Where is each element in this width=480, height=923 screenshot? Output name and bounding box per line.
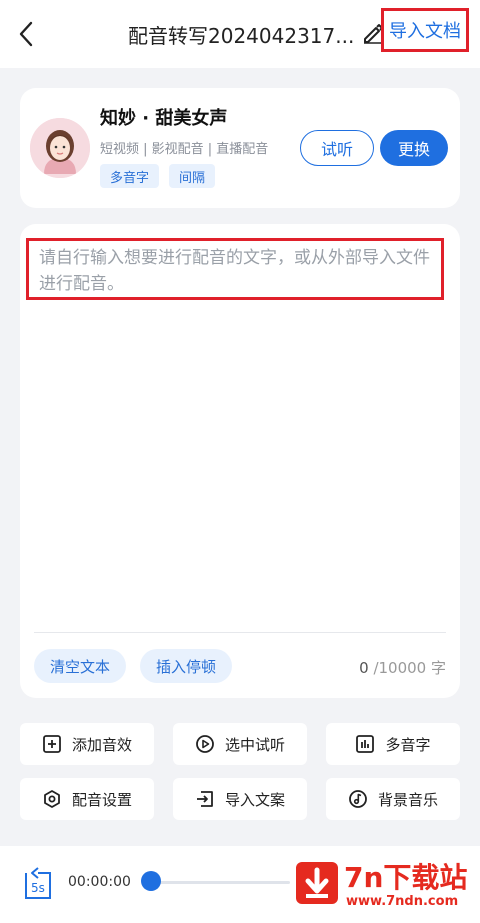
text-editor-card: 请自行输入想要进行配音的文字，或从外部导入文件进行配音。 清空文本 插入停顿 0… bbox=[20, 224, 460, 698]
avatar-illustration-icon bbox=[30, 118, 90, 178]
char-count-max: /10000 字 bbox=[373, 659, 446, 677]
play-circle-icon bbox=[196, 735, 214, 753]
top-bar: 配音转写2024042317... 导入文档 bbox=[0, 0, 480, 68]
add-sound-effect-button[interactable]: 添加音效 bbox=[20, 723, 154, 765]
polyphone-button[interactable]: 多音字 bbox=[326, 723, 460, 765]
rewind-label: 5s bbox=[31, 881, 45, 895]
import-document-button[interactable]: 导入文档 bbox=[381, 8, 469, 52]
watermark-url: www.7ndn.com bbox=[346, 894, 459, 909]
rewind-5s-icon[interactable]: 5s bbox=[20, 864, 54, 902]
text-input-area[interactable]: 请自行输入想要进行配音的文字，或从外部导入文件进行配音。 bbox=[26, 238, 444, 300]
change-voice-button[interactable]: 更换 bbox=[380, 130, 448, 166]
editor-actions: 清空文本 插入停顿 bbox=[34, 649, 233, 683]
voice-chip-row: 多音字 间隔 bbox=[100, 164, 216, 188]
listen-button[interactable]: 试听 bbox=[300, 130, 374, 166]
background-music-button[interactable]: 背景音乐 bbox=[326, 778, 460, 820]
divider bbox=[34, 632, 446, 633]
player-bar: 5s 00:00:00 7n下载站 www.7ndn.com bbox=[0, 846, 480, 923]
char-count-current: 0 bbox=[359, 659, 369, 677]
bar-chart-icon bbox=[356, 735, 375, 753]
voice-tags: 短视频 | 影视配音 | 直播配音 bbox=[100, 142, 269, 157]
chip-polyphone[interactable]: 多音字 bbox=[100, 164, 160, 188]
import-copy-button[interactable]: 导入文案 bbox=[173, 778, 307, 820]
watermark-title: 7n下载站 bbox=[344, 861, 468, 894]
download-logo-icon bbox=[296, 862, 338, 904]
voice-name: 知妙 · 甜美女声 bbox=[100, 108, 228, 129]
progress-thumb[interactable] bbox=[141, 871, 161, 891]
playback-time: 00:00:00 bbox=[68, 874, 131, 890]
insert-pause-button[interactable]: 插入停顿 bbox=[140, 649, 233, 683]
hexagon-settings-icon bbox=[44, 790, 60, 808]
char-counter: 0 /10000 字 bbox=[359, 657, 446, 678]
tool-label: 背景音乐 bbox=[377, 790, 438, 809]
music-note-icon bbox=[349, 790, 367, 808]
page-title: 配音转写2024042317... bbox=[128, 24, 355, 48]
site-watermark: 7n下载站 www.7ndn.com bbox=[292, 856, 472, 914]
tool-label: 选中试听 bbox=[224, 735, 285, 754]
tool-label: 多音字 bbox=[385, 735, 431, 754]
clear-text-button[interactable]: 清空文本 bbox=[34, 649, 127, 683]
import-icon bbox=[196, 791, 213, 807]
voice-avatar bbox=[30, 118, 90, 178]
preview-selection-button[interactable]: 选中试听 bbox=[173, 723, 307, 765]
progress-track[interactable] bbox=[150, 881, 290, 884]
chevron-left-icon bbox=[19, 21, 33, 47]
chip-interval[interactable]: 间隔 bbox=[169, 164, 216, 188]
tool-label: 导入文案 bbox=[224, 790, 285, 809]
dubbing-settings-button[interactable]: 配音设置 bbox=[20, 778, 154, 820]
tool-label: 添加音效 bbox=[71, 735, 132, 754]
tool-label: 配音设置 bbox=[71, 790, 132, 809]
voice-card: 知妙 · 甜美女声 短视频 | 影视配音 | 直播配音 多音字 间隔 试听 更换 bbox=[20, 88, 460, 208]
back-button[interactable] bbox=[12, 18, 40, 50]
plus-square-icon bbox=[43, 735, 61, 753]
